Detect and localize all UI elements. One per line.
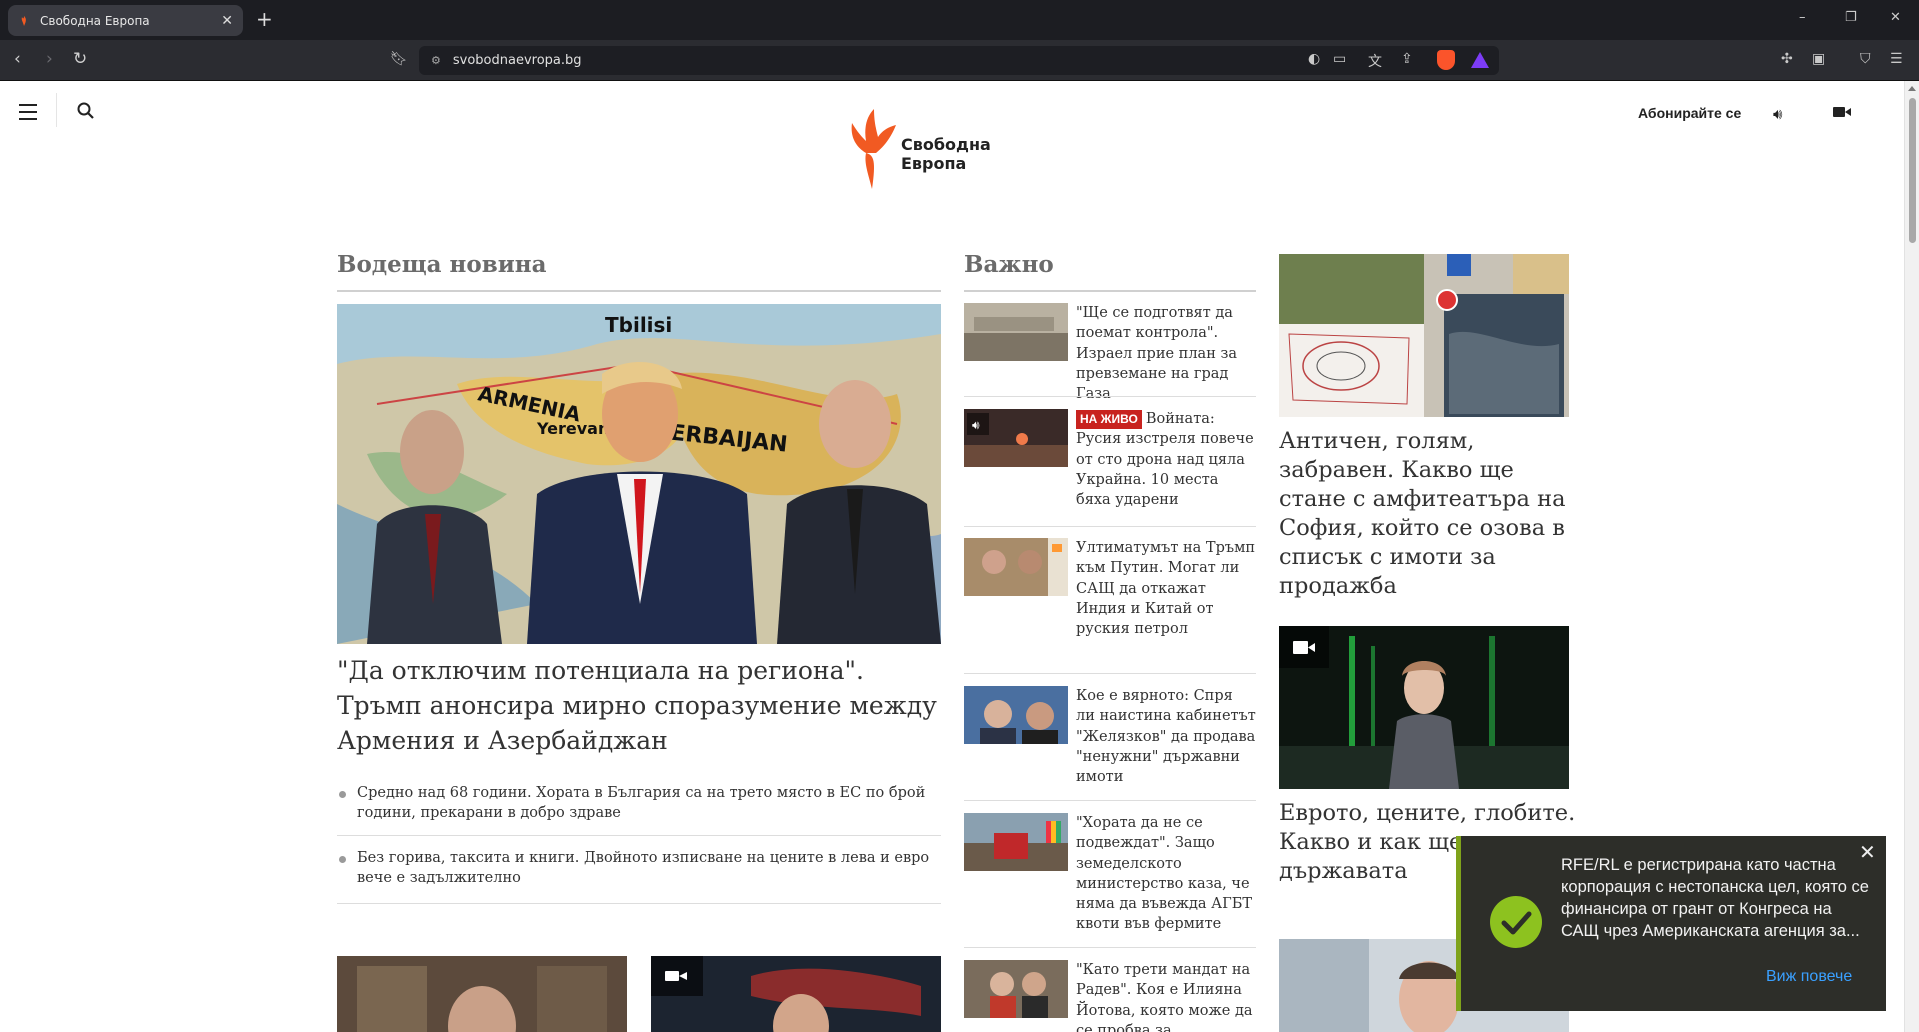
restore-button[interactable]: ❐ — [1845, 10, 1857, 25]
lead-related-link[interactable]: Средно над 68 години. Хората в България … — [337, 783, 941, 823]
funding-notice-toast: RFE/RL е регистрирана като частна корпор… — [1456, 836, 1886, 1011]
news-thumbnail — [964, 813, 1068, 871]
new-tab-button[interactable]: + — [256, 8, 273, 30]
search-icon[interactable] — [76, 101, 96, 121]
news-thumbnail: 🔊︎ — [964, 409, 1068, 467]
important-headline: "Като трети мандат на Радев". Коя е Илия… — [1076, 962, 1253, 1032]
bookmark-icon[interactable]: 🔖︎ — [390, 51, 408, 67]
divider — [337, 835, 941, 836]
site-favicon-icon — [21, 15, 26, 26]
important-headline: "Ще се подготвят да поемат контрола". Из… — [1076, 305, 1238, 403]
toast-message: RFE/RL е регистрирана като частна корпор… — [1561, 856, 1869, 940]
live-badge: НА ЖИВО — [1076, 410, 1142, 429]
divider — [964, 673, 1256, 674]
toast-close-icon[interactable]: ✕ — [1859, 840, 1876, 864]
divider — [337, 903, 941, 904]
reload-icon[interactable]: ↻ — [73, 49, 87, 69]
important-section-rule — [964, 290, 1256, 292]
news-thumbnail — [964, 960, 1068, 1018]
url-text: svobodnaevropa.bg — [452, 53, 582, 68]
extensions-icon[interactable]: ✣ — [1781, 51, 1793, 67]
browser-tab-bar: Свободна Европа ✕ + – ❐ ✕ — [0, 0, 1919, 40]
brave-shields-icon[interactable] — [1437, 50, 1455, 70]
important-headline: НА ЖИВО Войната: Русия изстреля повече от… — [1076, 410, 1254, 509]
minimize-button[interactable]: – — [1799, 10, 1806, 25]
important-headline: Ултиматумът на Тръмп към Путин. Могат ли… — [1076, 540, 1256, 638]
video-badge — [1279, 626, 1329, 668]
tab-close-icon[interactable]: ✕ — [221, 13, 233, 29]
video-camera-icon[interactable] — [1833, 106, 1851, 118]
wallet-icon[interactable]: ▣ — [1812, 51, 1825, 67]
brave-rewards-icon[interactable] — [1471, 52, 1489, 68]
important-headline: "Хората да не се подвеждат". Защо земеде… — [1076, 815, 1253, 933]
site-logo[interactable]: Свободна Европа — [848, 107, 998, 191]
translate-icon[interactable]: 文 — [1368, 51, 1382, 71]
vpn-shield-icon[interactable]: ⛉ — [1860, 51, 1871, 67]
cast-icon[interactable]: ▭ — [1333, 51, 1346, 67]
story-card-image[interactable] — [337, 956, 627, 1032]
news-thumbnail — [964, 686, 1068, 744]
map-label-yerevan: Yerevan — [536, 419, 609, 438]
scroll-up-icon[interactable] — [1908, 86, 1916, 91]
divider — [964, 526, 1256, 527]
subscribe-link[interactable]: Абонирайте се — [1638, 105, 1741, 121]
news-thumbnail — [964, 538, 1068, 596]
svg-text:🔊︎: 🔊︎ — [972, 418, 980, 432]
divider — [964, 947, 1256, 948]
window-close-button[interactable]: ✕ — [1890, 10, 1901, 25]
lead-story-headline[interactable]: "Да отключим потенциала на региона". Тръ… — [337, 653, 947, 758]
lead-related-link[interactable]: Без горива, таксита и книги. Двойното из… — [337, 848, 941, 888]
important-headline: Кое е вярното: Спря ли наистина кабинетъ… — [1076, 688, 1256, 786]
amphitheatre-story-headline[interactable]: Античен, голям, забравен. Какво ще стане… — [1279, 427, 1579, 601]
page-scrollbar[interactable] — [1904, 81, 1919, 1032]
divider — [964, 800, 1256, 801]
browser-tab[interactable]: Свободна Европа ✕ — [8, 5, 243, 36]
lead-section-rule — [337, 290, 941, 292]
scrollbar-thumb[interactable] — [1909, 98, 1916, 243]
forward-icon[interactable]: › — [46, 49, 53, 69]
divider — [964, 396, 1256, 397]
browser-toolbar: ‹ › ↻ 🔖︎ ⚙︎ svobodnaevropa.bg ◐ ▭ 文 ⇪ ✣ … — [0, 40, 1919, 81]
lead-story-image[interactable]: Tbilisi ARMENIA Yerevan AZERBAIJAN — [337, 304, 941, 644]
reader-mode-icon[interactable]: ◐ — [1308, 51, 1320, 67]
tab-title: Свободна Европа — [40, 13, 150, 28]
video-story-image[interactable] — [1279, 626, 1569, 789]
hamburger-menu-icon[interactable] — [19, 104, 37, 125]
audio-icon[interactable]: 🔊︎ — [1773, 105, 1782, 123]
torch-logo-icon — [851, 109, 896, 189]
menu-icon[interactable]: ☰ — [1890, 51, 1903, 67]
header-divider — [56, 93, 57, 127]
video-card-image[interactable] — [651, 956, 941, 1032]
checkmark-icon — [1490, 896, 1542, 948]
lead-section-title: Водеща новина — [337, 251, 547, 278]
amphitheatre-story-image[interactable] — [1279, 254, 1569, 417]
map-label-tbilisi: Tbilisi — [605, 313, 672, 337]
video-camera-icon — [1293, 640, 1315, 654]
site-settings-icon[interactable]: ⚙︎ — [431, 54, 441, 67]
news-thumbnail — [964, 303, 1068, 361]
toast-read-more-link[interactable]: Виж повече — [1766, 968, 1852, 986]
logo-text: Свободна Европа — [901, 135, 991, 173]
share-icon[interactable]: ⇪ — [1401, 51, 1413, 67]
back-icon[interactable]: ‹ — [14, 49, 21, 69]
important-section-title: Важно — [964, 251, 1054, 278]
